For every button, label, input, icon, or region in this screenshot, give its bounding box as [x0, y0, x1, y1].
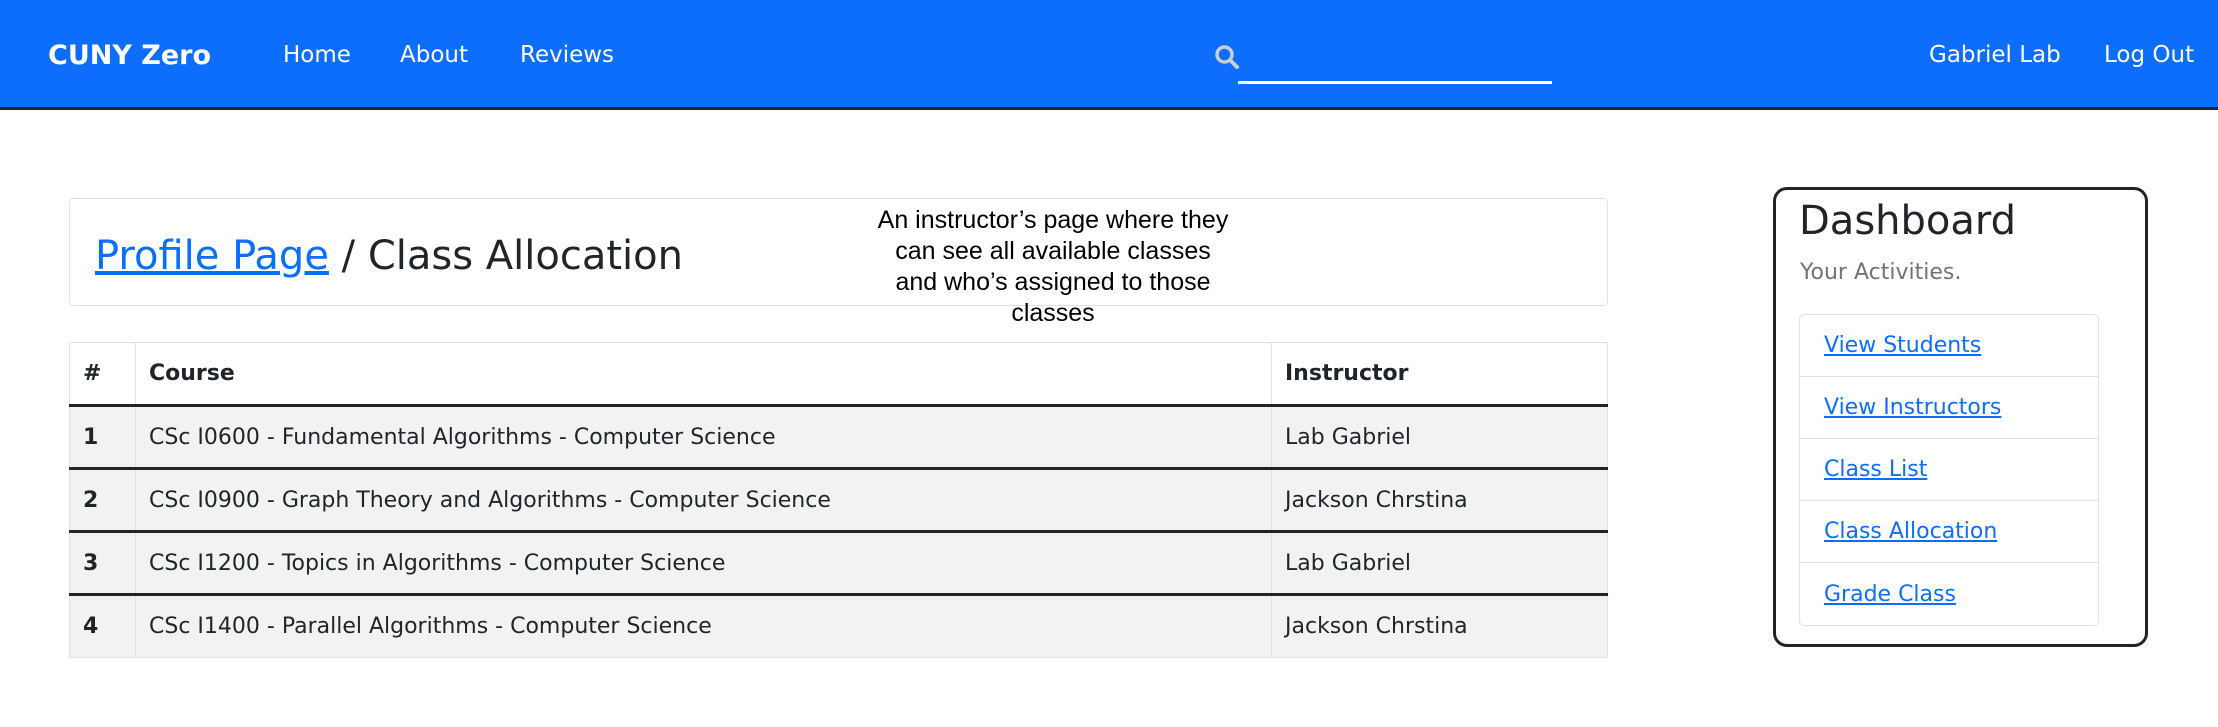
table-row: 1 CSc I0600 - Fundamental Algorithms - C… [69, 405, 1608, 470]
view-instructors-link[interactable]: View Instructors [1824, 395, 2001, 420]
page-header-card: Profile Page / Class Allocation [69, 198, 1608, 306]
row-num: 4 [69, 594, 136, 658]
navbar: CUNY Zero Home About Reviews Gabriel Lab… [0, 0, 2218, 110]
row-instructor: Lab Gabriel [1271, 405, 1608, 470]
search-icon[interactable] [1214, 44, 1240, 70]
nav-home-link[interactable]: Home [283, 42, 351, 68]
nav-user-link[interactable]: Gabriel Lab [1929, 42, 2061, 68]
row-course: CSc I0600 - Fundamental Algorithms - Com… [135, 405, 1272, 470]
dashboard-item-grade-class: Grade Class [1800, 563, 2098, 625]
annotation-text: An instructor’s page where they can see … [877, 206, 1229, 327]
row-instructor: Jackson Chrstina [1271, 468, 1608, 533]
grade-class-link[interactable]: Grade Class [1824, 582, 1956, 607]
class-allocation-link[interactable]: Class Allocation [1824, 519, 1997, 544]
row-course: CSc I1200 - Topics in Algorithms - Compu… [135, 531, 1272, 596]
breadcrumb-profile-link[interactable]: Profile Page [95, 233, 329, 279]
row-instructor: Jackson Chrstina [1271, 594, 1608, 658]
header-num: # [69, 342, 136, 407]
class-allocation-table: # Course Instructor 1 CSc I0600 - Fundam… [69, 342, 1608, 658]
row-num: 1 [69, 405, 136, 470]
dashboard-subtitle: Your Activities. [1800, 260, 1962, 285]
row-course: CSc I0900 - Graph Theory and Algorithms … [135, 468, 1272, 533]
dashboard-menu: View Students View Instructors Class Lis… [1799, 314, 2099, 626]
dashboard-item-class-list: Class List [1800, 439, 2098, 501]
dashboard-panel: Dashboard Your Activities. View Students… [1773, 187, 2148, 647]
breadcrumb-separator: / [328, 233, 368, 279]
nav-logout-link[interactable]: Log Out [2104, 42, 2194, 68]
page-title: Profile Page / Class Allocation [95, 233, 683, 279]
table-row: 2 CSc I0900 - Graph Theory and Algorithm… [69, 468, 1608, 533]
page-title-text: Class Allocation [367, 233, 683, 279]
dashboard-item-class-allocation: Class Allocation [1800, 501, 2098, 563]
row-course: CSc I1400 - Parallel Algorithms - Comput… [135, 594, 1272, 658]
dashboard-title: Dashboard [1799, 198, 2017, 244]
table-row: 3 CSc I1200 - Topics in Algorithms - Com… [69, 531, 1608, 596]
search-input[interactable] [1238, 34, 1552, 84]
table-header-row: # Course Instructor [69, 342, 1608, 407]
row-num: 3 [69, 531, 136, 596]
header-course: Course [135, 342, 1272, 407]
nav-about-link[interactable]: About [400, 42, 468, 68]
nav-reviews-link[interactable]: Reviews [520, 42, 614, 68]
header-instructor: Instructor [1271, 342, 1608, 407]
brand-logo[interactable]: CUNY Zero [48, 40, 211, 71]
view-students-link[interactable]: View Students [1824, 333, 1981, 358]
class-list-link[interactable]: Class List [1824, 457, 1927, 482]
row-instructor: Lab Gabriel [1271, 531, 1608, 596]
table-row: 4 CSc I1400 - Parallel Algorithms - Comp… [69, 594, 1608, 658]
row-num: 2 [69, 468, 136, 533]
dashboard-item-view-students: View Students [1800, 315, 2098, 377]
dashboard-item-view-instructors: View Instructors [1800, 377, 2098, 439]
